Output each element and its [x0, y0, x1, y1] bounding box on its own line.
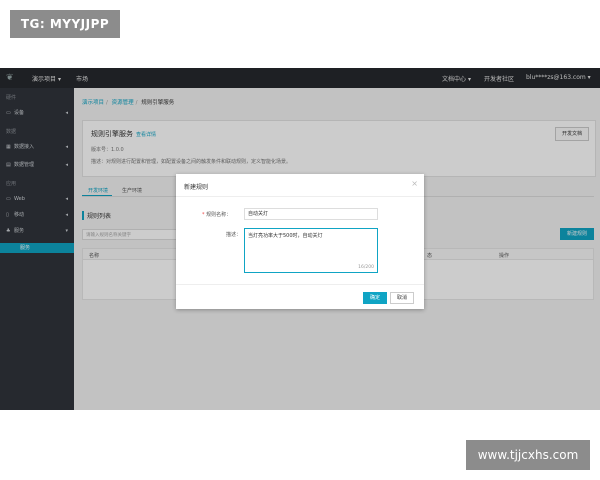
confirm-button[interactable]: 确定: [363, 292, 387, 304]
rule-desc-label: 描述：: [226, 232, 242, 238]
watermark-top: TG: MYYJJPP: [10, 10, 120, 38]
close-icon[interactable]: ×: [411, 179, 418, 188]
rule-name-label: * 规则名称：: [202, 212, 232, 218]
dialog-header: [176, 174, 424, 197]
app-screenshot: ❦ 演示项目 ▾ 市场 文档中心 ▾ 开发者社区 blu****zs@163.c…: [0, 68, 600, 410]
dialog-footer-divider: [176, 284, 424, 285]
watermark-bottom: www.tjjcxhs.com: [466, 440, 590, 470]
new-rule-dialog: 新建规则 × * 规则名称： 自动关灯 描述： 当灯亮功率大于500时，自动关灯…: [176, 174, 424, 309]
rule-desc-textarea[interactable]: 当灯亮功率大于500时，自动关灯 16/200: [244, 228, 378, 273]
char-counter: 16/200: [358, 265, 374, 270]
dialog-title: 新建规则: [184, 184, 209, 191]
rule-name-input[interactable]: 自动关灯: [244, 208, 378, 220]
cancel-button[interactable]: 取消: [390, 292, 414, 304]
